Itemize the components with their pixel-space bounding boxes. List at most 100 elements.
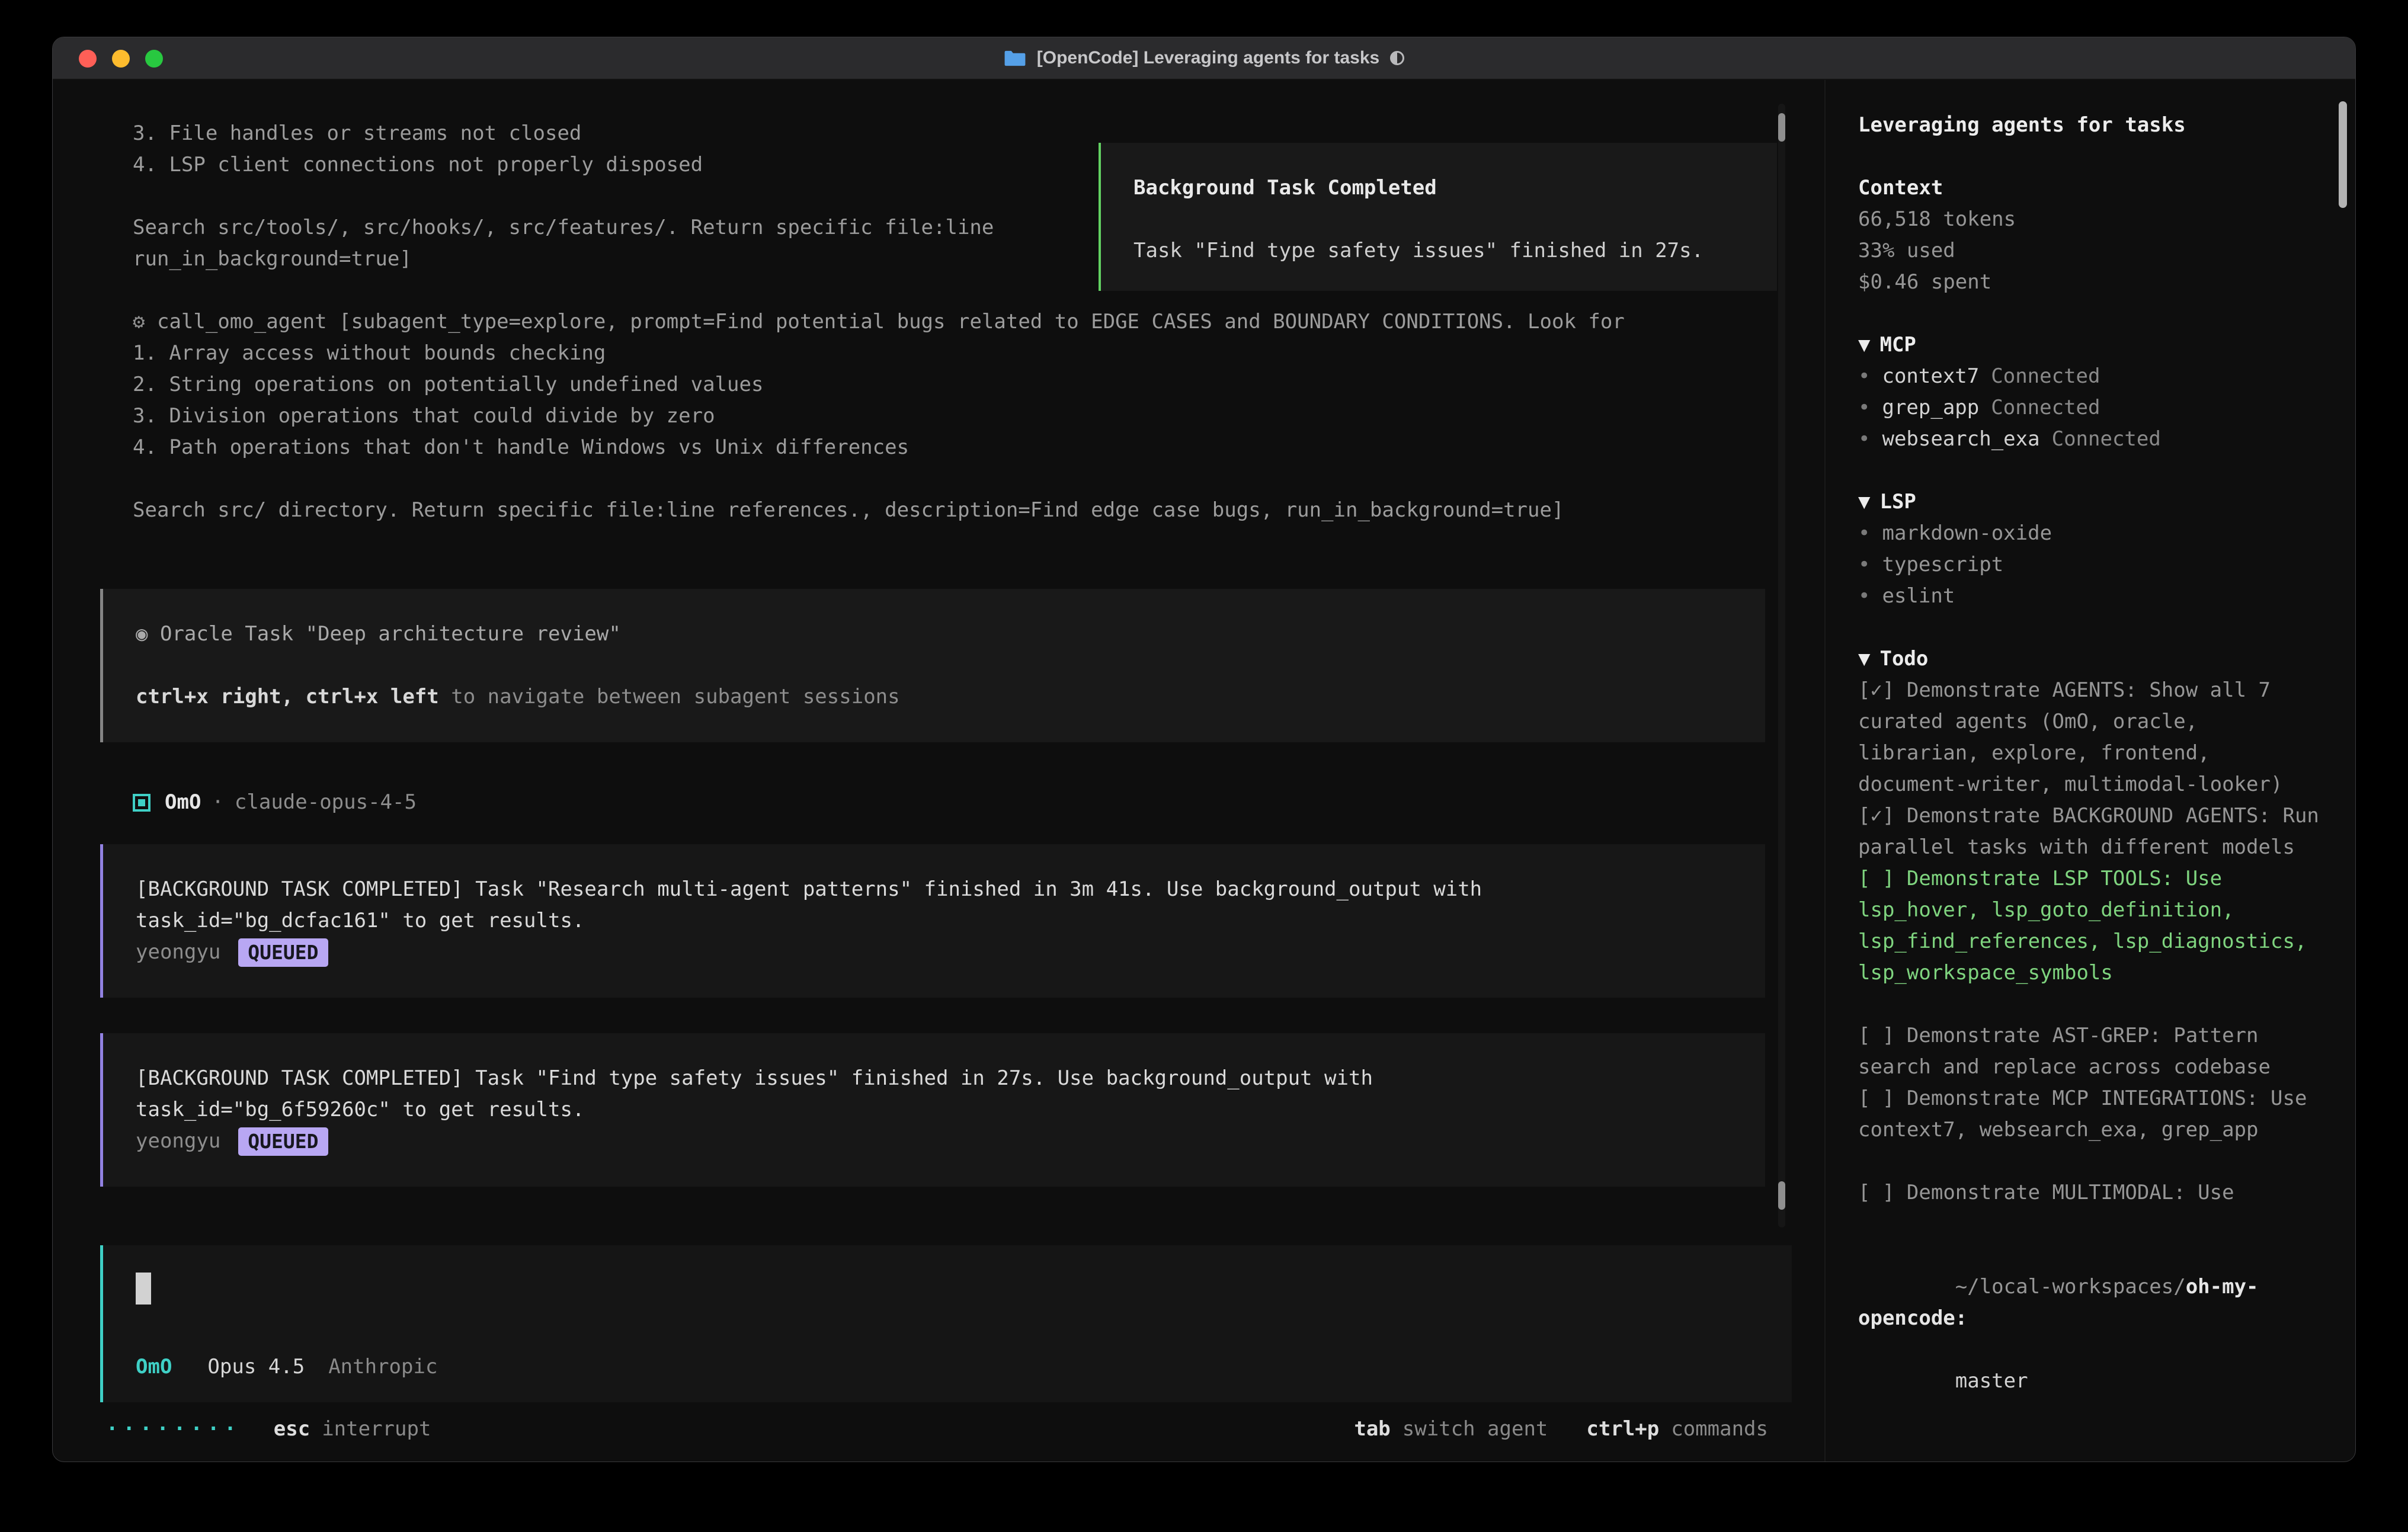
tool-call-item: 3. Division operations that could divide… — [100, 400, 1824, 432]
workspace-path: ~/local-workspaces/oh-my-opencode: maste… — [1858, 1240, 2320, 1428]
lsp-item: •typescript — [1858, 549, 2320, 581]
message-text: [BACKGROUND TASK COMPLETED] Task "Find t… — [136, 1063, 1733, 1094]
agent-square-icon — [133, 794, 150, 812]
gear-icon: ⚙ — [133, 310, 145, 334]
message-author: yeongyu — [136, 1126, 220, 1157]
agent-separator: · — [212, 787, 223, 818]
window-title-text: [OpenCode] Leveraging agents for tasks — [1037, 48, 1379, 68]
message-text: task_id="bg_6f59260c" to get results. — [136, 1094, 1733, 1126]
terminal-blank-line — [100, 463, 1824, 495]
close-button[interactable] — [79, 50, 97, 68]
oracle-task-title: ◉ Oracle Task "Deep architecture review" — [136, 618, 1733, 650]
bullet-icon: • — [1858, 549, 1870, 581]
mcp-header[interactable]: ▼MCP — [1858, 329, 2320, 361]
traffic-lights — [79, 37, 163, 80]
sidebar-scrollbar-thumb[interactable] — [2339, 101, 2347, 208]
lsp-header[interactable]: ▼LSP — [1858, 486, 2320, 518]
mcp-item: •context7Connected — [1858, 361, 2320, 392]
context-tokens: 66,518 tokens — [1858, 204, 2320, 235]
tool-call-item: 1. Array access without bounds checking — [100, 338, 1824, 369]
tool-call-line: ⚙ call_omo_agent [subagent_type=explore,… — [100, 306, 1824, 338]
esc-hint: esc interrupt — [274, 1417, 431, 1441]
session-sidebar[interactable]: Leveraging agents for tasks Context 66,5… — [1824, 80, 2355, 1462]
chat-pane: 3. File handles or streams not closed 4.… — [53, 80, 1824, 1462]
provider-label: Anthropic — [328, 1355, 437, 1379]
hint-keys: ctrl+x right, ctrl+x left — [136, 685, 439, 709]
tool-call-item: 2. String operations on potentially unde… — [100, 369, 1824, 400]
app-version: • OpenCode 1.0.163 — [1858, 1460, 2320, 1462]
chevron-down-icon: ▼ — [1858, 333, 1870, 357]
bullet-icon: • — [1858, 1460, 1870, 1462]
todo-item: [ ] Demonstrate MCP INTEGRATIONS: Use co… — [1858, 1083, 2320, 1146]
chevron-down-icon: ▼ — [1858, 647, 1870, 671]
titlebar[interactable]: [OpenCode] Leveraging agents for tasks — [53, 37, 2355, 80]
agent-name: OmO — [165, 787, 201, 818]
context-header: Context — [1858, 172, 2320, 204]
hint-text: to navigate between subagent sessions — [439, 685, 900, 709]
toast-title: Background Task Completed — [1133, 172, 1744, 204]
queued-badge: QUEUED — [238, 1127, 328, 1156]
chevron-down-icon: ▼ — [1858, 490, 1870, 514]
background-task-toast: Background Task Completed Task "Find typ… — [1099, 143, 1777, 291]
toast-body: Task "Find type safety issues" finished … — [1133, 235, 1744, 267]
bullet-icon: • — [1858, 361, 1870, 392]
lsp-item: •eslint — [1858, 581, 2320, 612]
bullet-icon: • — [1858, 424, 1870, 455]
subagent-nav-hint: ctrl+x right, ctrl+x left to navigate be… — [136, 681, 1733, 713]
todo-item: [ ] Demonstrate AST-GREP: Pattern search… — [1858, 1020, 2320, 1083]
todo-item: [ ] Demonstrate MULTIMODAL: Use — [1858, 1177, 2320, 1209]
oracle-task-panel: ◉ Oracle Task "Deep architecture review"… — [100, 589, 1765, 742]
queued-badge: QUEUED — [238, 938, 328, 967]
message-text: task_id="bg_dcfac161" to get results. — [136, 905, 1733, 937]
todo-header[interactable]: ▼Todo — [1858, 643, 2320, 675]
session-title: Leveraging agents for tasks — [1858, 110, 2320, 141]
todo-item: [✓] Demonstrate AGENTS: Show all 7 curat… — [1858, 675, 2320, 800]
tool-call-text: call_omo_agent [subagent_type=explore, p… — [157, 310, 1625, 334]
context-section: Context 66,518 tokens 33% used $0.46 spe… — [1858, 172, 2320, 298]
context-used: 33% used — [1858, 235, 2320, 267]
tool-call-item: 4. Path operations that don't handle Win… — [100, 432, 1824, 463]
ctrl-p-key: ctrl+p — [1586, 1417, 1659, 1441]
message-meta: yeongyu QUEUED — [136, 937, 1733, 968]
text-cursor — [136, 1273, 151, 1305]
input-status-line: OmO Opus 4.5 Anthropic — [136, 1355, 1759, 1379]
message-author: yeongyu — [136, 937, 220, 968]
oracle-icon: ◉ — [136, 622, 148, 646]
bullet-icon: • — [1858, 518, 1870, 549]
bullet-icon: • — [1858, 392, 1870, 424]
zoom-button[interactable] — [145, 50, 163, 68]
agent-model: claude-opus-4-5 — [235, 787, 417, 818]
terminal-window: [OpenCode] Leveraging agents for tasks 3… — [52, 37, 2356, 1462]
lsp-item: •markdown-oxide — [1858, 518, 2320, 549]
session-progress-icon — [1390, 51, 1404, 65]
tab-key: tab — [1354, 1417, 1390, 1441]
chat-scroll-area[interactable]: 3. File handles or streams not closed 4.… — [53, 80, 1824, 1245]
tab-hint: tab switch agent — [1354, 1417, 1548, 1441]
background-task-message: [BACKGROUND TASK COMPLETED] Task "Find t… — [100, 1033, 1765, 1187]
status-bar: ········ esc interrupt tab switch agent … — [53, 1402, 1824, 1462]
folder-icon — [1004, 49, 1026, 68]
mcp-item: •websearch_exaConnected — [1858, 424, 2320, 455]
chat-scrollbar-thumb[interactable] — [1778, 113, 1785, 142]
active-agent-label: OmO — [136, 1355, 172, 1379]
tool-call-tail: Search src/ directory. Return specific f… — [100, 495, 1824, 526]
message-text: [BACKGROUND TASK COMPLETED] Task "Resear… — [136, 874, 1733, 905]
agent-header: OmO · claude-opus-4-5 — [100, 787, 1824, 818]
background-task-message: [BACKGROUND TASK COMPLETED] Task "Resear… — [100, 844, 1765, 998]
esc-key: esc — [274, 1417, 310, 1441]
prompt-input[interactable]: OmO Opus 4.5 Anthropic — [100, 1245, 1792, 1402]
commands-hint: ctrl+p commands — [1586, 1417, 1768, 1441]
spinner-dots-icon: ········ — [106, 1417, 241, 1441]
message-meta: yeongyu QUEUED — [136, 1126, 1733, 1157]
lsp-section: ▼LSP •markdown-oxide •typescript •eslint — [1858, 486, 2320, 612]
minimize-button[interactable] — [112, 50, 130, 68]
chat-scrollbar-track[interactable] — [1778, 104, 1785, 1227]
todo-section: ▼Todo [✓] Demonstrate AGENTS: Show all 7… — [1858, 643, 2320, 1209]
context-spent: $0.46 spent — [1858, 267, 2320, 298]
chat-scrollbar-thumb[interactable] — [1778, 1181, 1785, 1210]
active-model-label: Opus 4.5 — [207, 1355, 305, 1379]
git-branch: master — [1955, 1369, 2028, 1393]
mcp-section: ▼MCP •context7Connected •grep_appConnect… — [1858, 329, 2320, 455]
todo-item: [✓] Demonstrate BACKGROUND AGENTS: Run p… — [1858, 800, 2320, 863]
window-title: [OpenCode] Leveraging agents for tasks — [1004, 48, 1404, 68]
